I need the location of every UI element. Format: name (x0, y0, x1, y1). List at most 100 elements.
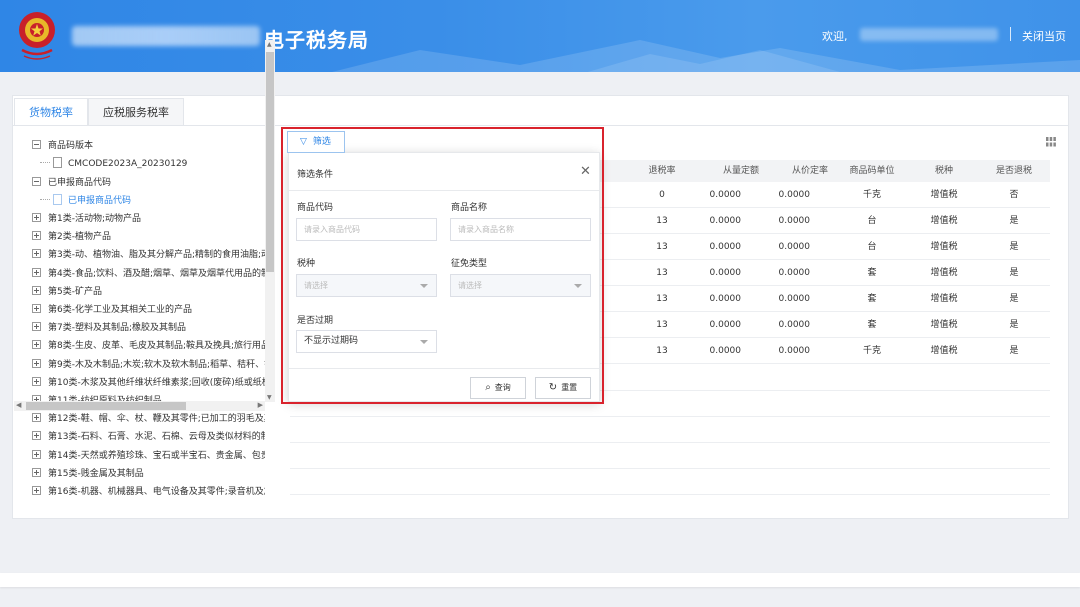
close-page-link[interactable]: 关闭当页 (1022, 28, 1066, 44)
table-cell: 是 (1009, 242, 1019, 252)
table-cell: 0.0000 (709, 190, 742, 200)
tree-node-label: CMCODE2023A_20230129 (68, 159, 188, 169)
empty-row-line (290, 494, 1050, 495)
expand-icon[interactable] (32, 376, 41, 386)
tree-node-category[interactable]: 第13类-石料、石膏、水泥、石棉、云母及类似材料的制品;陶 (32, 429, 265, 445)
tree-node-category[interactable]: 第14类-天然或养殖珍珠、宝石或半宝石、贵金属、包贵金属及 (32, 448, 265, 464)
username-blurred (860, 28, 998, 41)
column-header[interactable]: 退税率 (632, 160, 692, 182)
collapse-icon[interactable] (32, 177, 41, 186)
tree-node-reported-link[interactable]: 已申报商品代码 (40, 193, 131, 209)
tree-node-category[interactable]: 第12类-鞋、帽、伞、杖、鞭及其零件;已加工的羽毛及其制品 (32, 411, 265, 427)
tree-horizontal-scrollbar[interactable]: ◀ ▶ (14, 401, 265, 411)
expand-icon[interactable] (32, 358, 41, 368)
table-cell: 增值税 (930, 294, 958, 304)
scroll-down-icon[interactable]: ▼ (267, 394, 272, 401)
tab-goods-tax-rate[interactable]: 货物税率 (14, 98, 88, 126)
table-cell: 套 (867, 320, 877, 330)
table-cell: 0.0000 (709, 242, 742, 252)
tab-underline (13, 125, 1068, 126)
expand-icon[interactable] (32, 449, 41, 459)
tree-node-category[interactable]: 第3类-动、植物油、脂及其分解产品;精制的食用油脂;动、植 (32, 247, 265, 263)
scroll-up-icon[interactable]: ▲ (267, 41, 272, 48)
empty-row-line (290, 442, 1050, 443)
scroll-right-icon[interactable]: ▶ (258, 401, 263, 409)
column-header[interactable]: 商品码单位 (842, 160, 902, 182)
table-cell: 增值税 (930, 242, 958, 252)
expand-icon[interactable] (32, 304, 41, 313)
expand-icon[interactable] (32, 322, 41, 332)
scrollbar-thumb[interactable] (266, 52, 274, 272)
table-cell: 0.0000 (709, 320, 742, 330)
tree-node-label: 已申报商品代码 (48, 178, 112, 188)
table-cell: 0.0000 (778, 242, 811, 252)
table-cell: 增值税 (930, 190, 958, 200)
table-cell: 0.0000 (709, 216, 742, 226)
header-divider (1010, 27, 1011, 41)
tree-node-label: 第13类-石料、石膏、水泥、石棉、云母及类似材料的制品;陶 (48, 432, 265, 443)
tree-node-category[interactable]: 第15类-贱金属及其制品 (32, 466, 144, 482)
table-cell: 0.0000 (709, 294, 742, 304)
expand-icon[interactable] (32, 285, 41, 295)
table-cell: 否 (1009, 190, 1019, 200)
welcome-text: 欢迎, (822, 30, 848, 43)
scrollbar-thumb[interactable] (26, 402, 186, 410)
tree-node-category[interactable]: 第2类-植物产品 (32, 229, 111, 245)
tree-node-category[interactable]: 第16类-机器、机械器具、电气设备及其零件;录音机及放声机 (32, 484, 265, 500)
tree-node-label: 第5类-矿产品 (48, 286, 102, 297)
tab-service-tax-rate[interactable]: 应税服务税率 (88, 98, 184, 126)
scroll-left-icon[interactable]: ◀ (16, 401, 21, 409)
expand-icon[interactable] (32, 231, 41, 241)
tree-node-label: 第16类-机器、机械器具、电气设备及其零件;录音机及放声机 (48, 487, 265, 497)
expand-icon[interactable] (32, 467, 41, 477)
table-cell: 增值税 (930, 320, 958, 330)
column-header[interactable]: 从量定额 (711, 160, 771, 182)
table-cell: 增值税 (930, 216, 958, 226)
tree-node-label: 第15类-贱金属及其制品 (48, 468, 144, 479)
table-cell: 0.0000 (778, 216, 811, 226)
tree-node-category[interactable]: 第10类-木浆及其他纤维状纤维素浆;回收(废碎)纸或纸板;纸 (32, 375, 265, 391)
tree-node-category[interactable]: 第9类-木及木制品;木炭;软木及软木制品;稻草、秸秆、针茅 (32, 357, 265, 373)
expand-icon[interactable] (32, 413, 41, 423)
tree-node-reported[interactable]: 已申报商品代码 (32, 175, 111, 191)
tree-node-category[interactable]: 第6类-化学工业及其相关工业的产品 (32, 302, 192, 318)
expand-icon[interactable] (32, 486, 41, 495)
tree-connector (40, 162, 50, 163)
expand-icon[interactable] (32, 213, 41, 222)
tree-vertical-scrollbar[interactable]: ▲ ▼ (265, 40, 275, 402)
table-cell: 0.0000 (778, 190, 811, 200)
table-cell: 0.0000 (778, 294, 811, 304)
table-cell: 是 (1009, 346, 1019, 356)
tree-node-category[interactable]: 第1类-活动物;动物产品 (32, 211, 141, 227)
category-tree: 商品码版本 CMCODE2023A_20230129 已申报商品代码 已申报商品… (32, 138, 265, 500)
expand-icon[interactable] (32, 431, 41, 441)
tree-node-label: 第4类-食品;饮料、酒及醋;烟草、烟草及烟草代用品的制品 (48, 268, 265, 279)
highlight-box (281, 127, 604, 404)
column-settings-icon[interactable] (1046, 137, 1056, 147)
column-header[interactable]: 税种 (914, 160, 974, 182)
tree-node-label: 已申报商品代码 (68, 196, 132, 206)
tree-node-label: 第8类-生皮、皮革、毛皮及其制品;鞍具及挽具;旅行用品、手 (48, 341, 265, 352)
tree-node-label: 第6类-化学工业及其相关工业的产品 (48, 305, 192, 315)
tree-node-category[interactable]: 第5类-矿产品 (32, 284, 102, 300)
tree-node-version[interactable]: CMCODE2023A_20230129 (40, 156, 187, 172)
tree-node-label: 商品码版本 (48, 141, 94, 151)
table-cell: 是 (1009, 294, 1019, 304)
table-cell: 套 (867, 294, 877, 304)
table-cell: 增值税 (930, 346, 958, 356)
tree-node-category[interactable]: 第8类-生皮、皮革、毛皮及其制品;鞍具及挽具;旅行用品、手 (32, 338, 265, 354)
column-header[interactable]: 是否退税 (984, 160, 1044, 182)
expand-icon[interactable] (32, 267, 41, 277)
tree-node-category[interactable]: 第4类-食品;饮料、酒及醋;烟草、烟草及烟草代用品的制品 (32, 266, 265, 282)
expand-icon[interactable] (32, 340, 41, 350)
expand-icon[interactable] (32, 249, 41, 259)
tree-node-category[interactable]: 第7类-塑料及其制品;橡胶及其制品 (32, 320, 186, 336)
app-title: 电子税务局 (264, 28, 369, 52)
table-cell: 台 (867, 216, 877, 226)
table-cell: 0.0000 (778, 268, 811, 278)
tab-bar: 货物税率 应税服务税率 (14, 98, 184, 126)
column-header[interactable]: 从价定率 (780, 160, 840, 182)
tree-node-root[interactable]: 商品码版本 (32, 138, 93, 154)
collapse-icon[interactable] (32, 140, 41, 149)
file-icon (53, 157, 62, 168)
